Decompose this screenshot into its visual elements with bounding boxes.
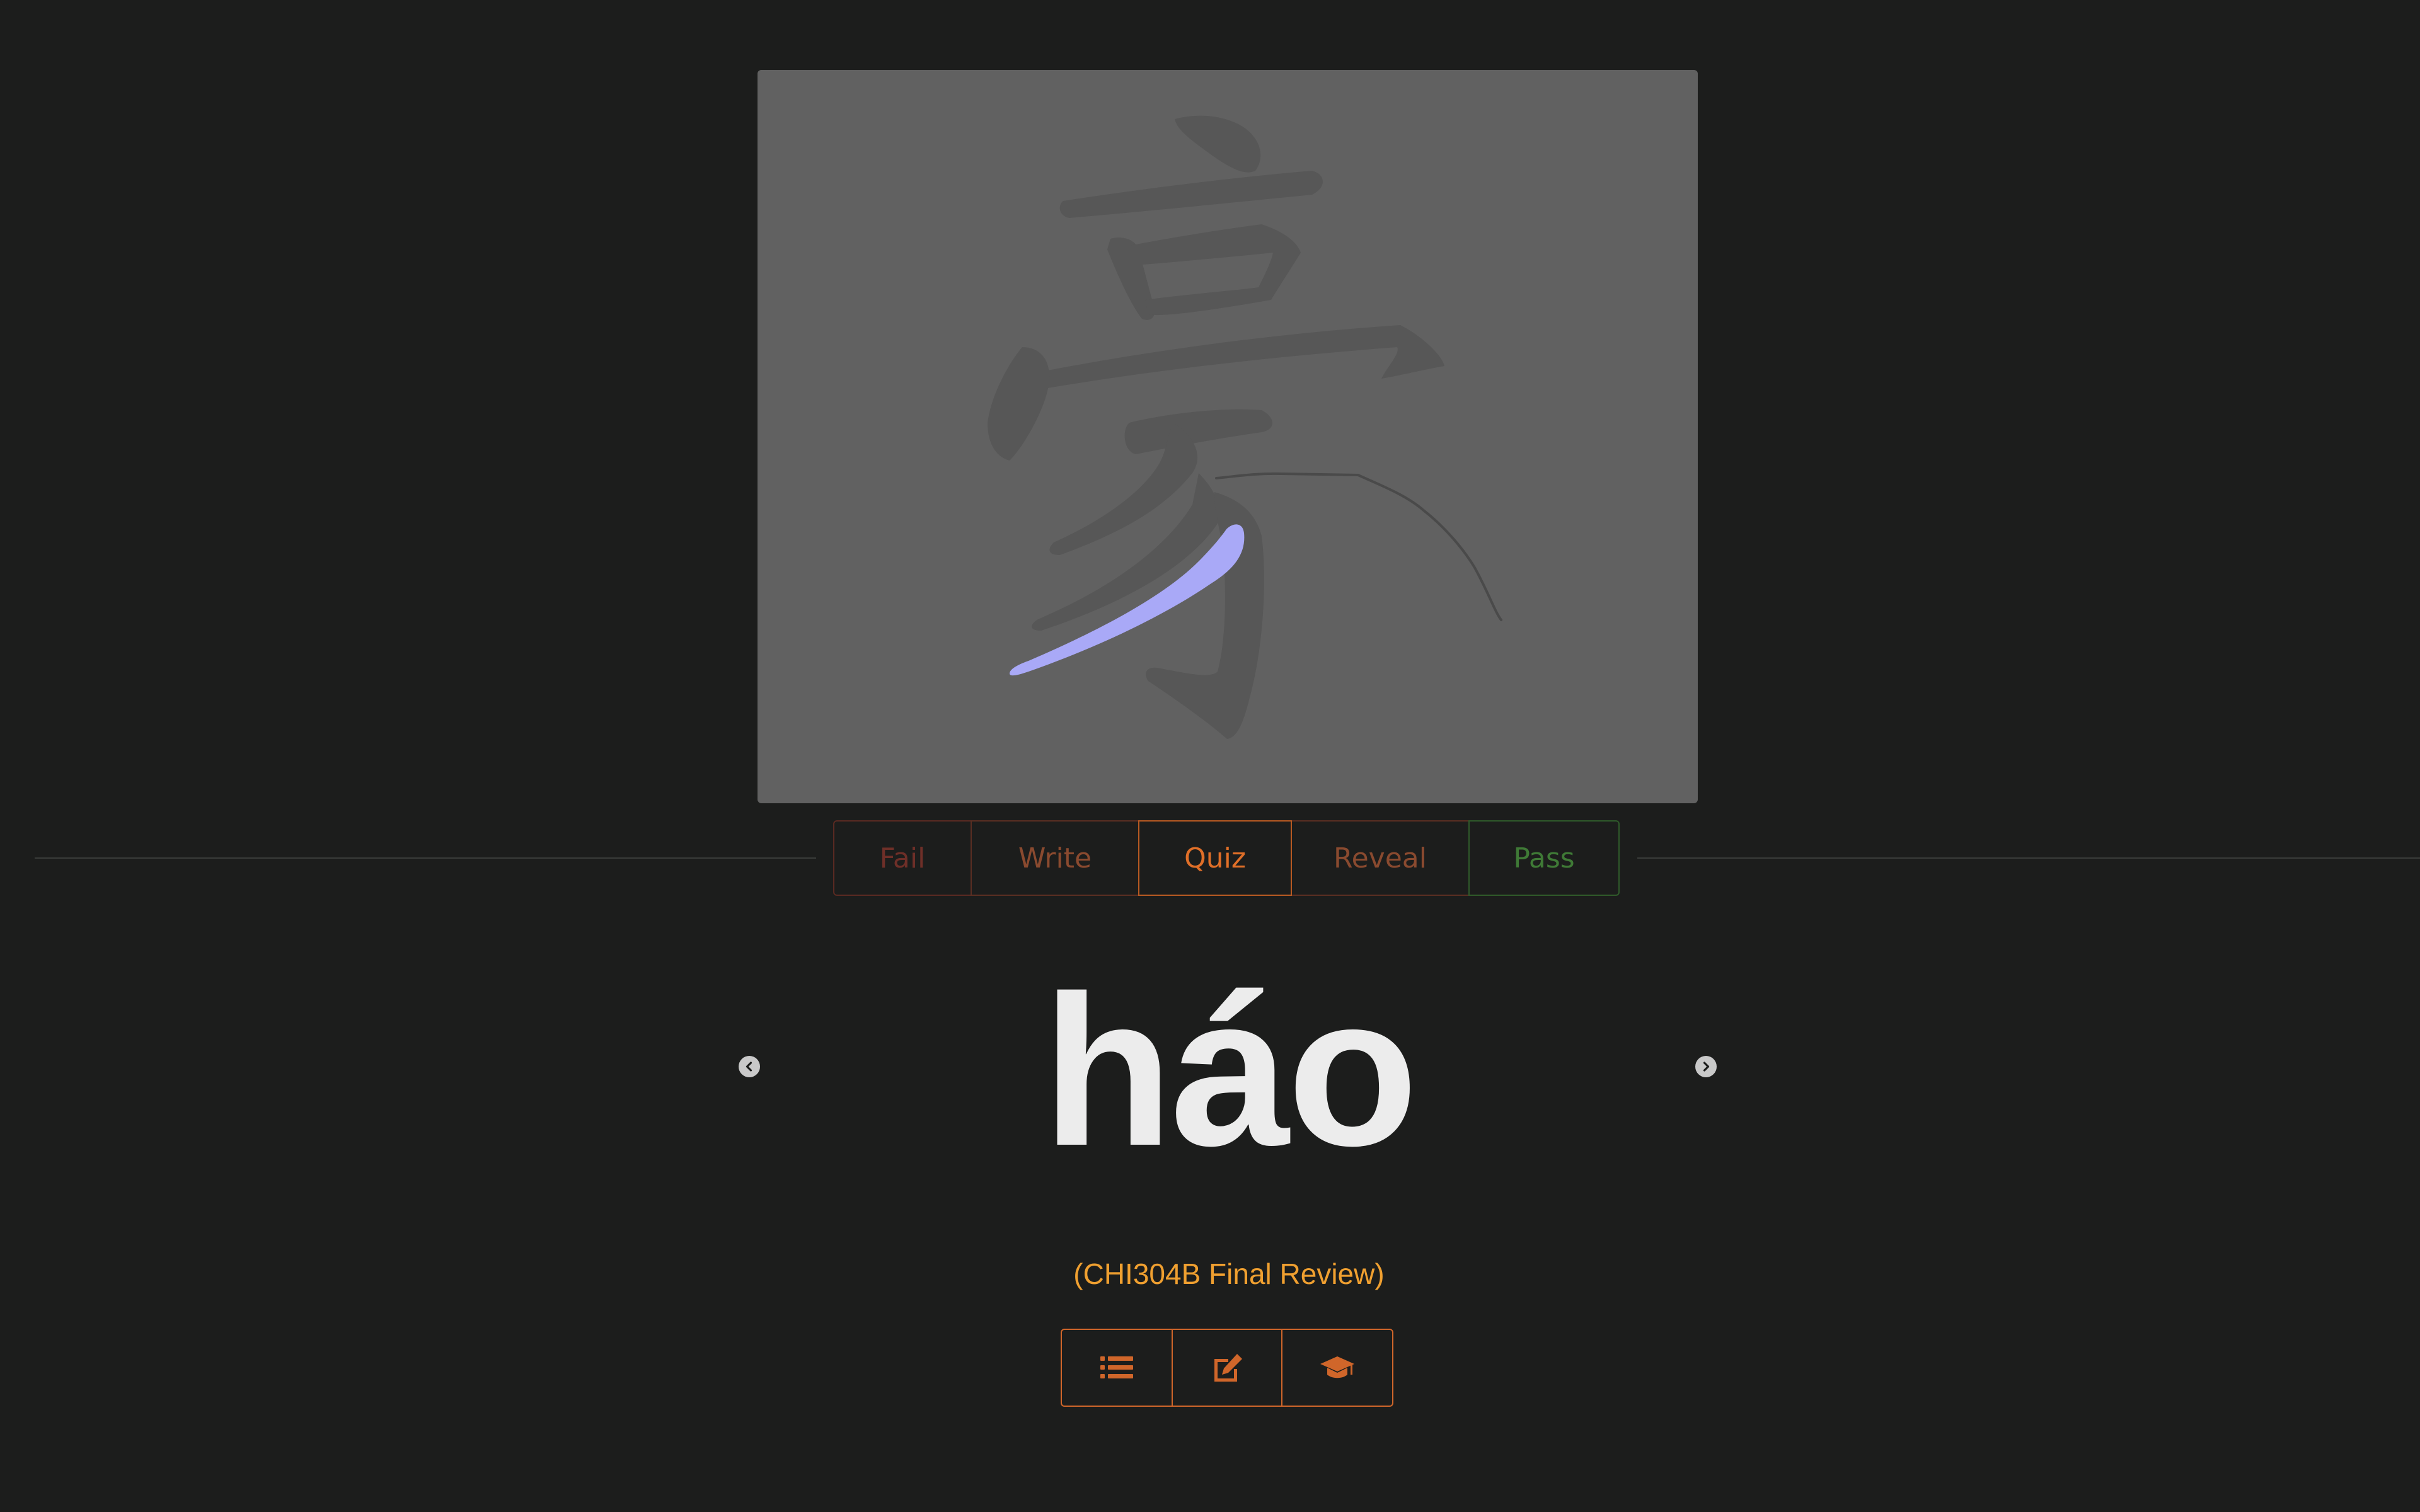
character-guide-strokes xyxy=(988,115,1444,739)
fail-button[interactable]: Fail xyxy=(833,820,972,896)
edit-button[interactable] xyxy=(1172,1329,1282,1407)
list-icon xyxy=(1100,1356,1133,1378)
chevron-left-circle-icon xyxy=(746,1062,752,1072)
study-button[interactable] xyxy=(1281,1329,1393,1407)
character-drawing xyxy=(988,115,1502,739)
reveal-button[interactable]: Reveal xyxy=(1291,820,1470,896)
highlighted-stroke xyxy=(1010,524,1245,676)
divider-left xyxy=(35,857,816,859)
divider-right xyxy=(1637,857,2420,859)
next-card-button[interactable] xyxy=(1695,1056,1717,1077)
deck-name: (CHI304B Final Review) xyxy=(1073,1257,1385,1290)
write-button[interactable]: Write xyxy=(971,820,1139,896)
flashcard-page: Fail Write Quiz Reveal Pass háo (CHI304B… xyxy=(0,0,2420,1512)
edit-icon xyxy=(1214,1354,1242,1382)
list-button[interactable] xyxy=(1061,1329,1173,1407)
pinyin-display: háo xyxy=(1042,951,1418,1191)
previous-card-button[interactable] xyxy=(739,1056,760,1077)
pass-button[interactable]: Pass xyxy=(1468,820,1620,896)
writing-canvas[interactable] xyxy=(758,70,1698,803)
action-toolbar xyxy=(1061,1329,1393,1407)
mode-toolbar: Fail Write Quiz Reveal Pass xyxy=(833,820,1620,896)
graduation-cap-icon xyxy=(1320,1356,1354,1378)
quiz-button[interactable]: Quiz xyxy=(1138,820,1292,896)
chevron-right-circle-icon xyxy=(1703,1062,1710,1072)
